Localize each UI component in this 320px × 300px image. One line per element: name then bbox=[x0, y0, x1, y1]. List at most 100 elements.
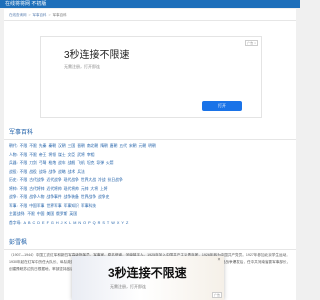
person-title[interactable]: 彭雪枫 bbox=[9, 239, 27, 247]
category-link[interactable]: 不限 bbox=[20, 161, 28, 165]
breadcrumb-category[interactable]: 军事百科 bbox=[33, 13, 47, 17]
category-link[interactable]: Y bbox=[121, 221, 124, 225]
category-link[interactable]: 元帅 bbox=[81, 187, 89, 191]
category-link[interactable]: 战争事件 bbox=[46, 195, 61, 199]
category-link[interactable]: J bbox=[61, 221, 63, 225]
category-link[interactable]: 元朝 bbox=[139, 144, 147, 148]
category-link[interactable]: 刀剑 bbox=[29, 161, 37, 165]
category-link[interactable]: 隋朝 bbox=[100, 144, 108, 148]
category-link[interactable]: 世界战争 bbox=[81, 195, 96, 199]
ad-banner[interactable]: 广告× 3秒连接不限速 无需注册，打开即连 打开 bbox=[40, 36, 262, 118]
ad-flag[interactable]: 广告× bbox=[245, 40, 258, 46]
category-link[interactable]: 兵法 bbox=[77, 170, 85, 174]
category-link[interactable]: 美国 bbox=[46, 212, 54, 216]
category-link[interactable]: X bbox=[117, 221, 120, 225]
category-link[interactable]: 武将 bbox=[77, 153, 85, 157]
category-link[interactable]: 战术 bbox=[68, 170, 76, 174]
category-link[interactable]: B bbox=[28, 221, 31, 225]
category-link[interactable]: 中国 bbox=[37, 212, 45, 216]
category-link[interactable]: 现代将帅 bbox=[64, 187, 79, 191]
category-link[interactable]: 战役 bbox=[29, 170, 37, 174]
category-link[interactable]: T bbox=[107, 221, 109, 225]
category-link[interactable]: 导弹 bbox=[96, 161, 104, 165]
ad-title[interactable]: 3秒连接不限速 bbox=[64, 50, 130, 62]
category-link[interactable]: 战车 bbox=[58, 161, 66, 165]
category-link[interactable]: 唐朝 bbox=[110, 144, 118, 148]
close-icon[interactable]: × bbox=[254, 41, 256, 45]
category-link[interactable]: 大将 bbox=[90, 187, 98, 191]
category-link[interactable]: 不限 bbox=[29, 144, 37, 148]
category-link[interactable]: 不限 bbox=[20, 187, 28, 191]
category-link[interactable]: 谋士 bbox=[58, 153, 66, 157]
category-link[interactable]: 世界大战 bbox=[81, 178, 96, 182]
category-link[interactable]: 文臣 bbox=[68, 153, 76, 157]
category-link[interactable]: 晋朝 bbox=[77, 144, 85, 148]
category-link[interactable]: 世界军事 bbox=[46, 204, 61, 208]
category-link[interactable]: Z bbox=[126, 221, 128, 225]
category-link[interactable]: 近代战争 bbox=[46, 178, 61, 182]
category-link[interactable]: 弓弩 bbox=[39, 161, 47, 165]
popup-ad-title[interactable]: 3秒连接不限速 bbox=[108, 266, 187, 280]
category-link[interactable]: 军事科技 bbox=[81, 204, 96, 208]
category-link[interactable]: S bbox=[102, 221, 105, 225]
category-link[interactable]: 不限 bbox=[20, 178, 28, 182]
category-link[interactable]: 枪炮 bbox=[48, 161, 56, 165]
category-link[interactable]: 帝王 bbox=[39, 153, 47, 157]
category-link[interactable]: 不限 bbox=[20, 204, 28, 208]
category-link[interactable]: 秦朝 bbox=[48, 144, 56, 148]
category-link[interactable]: 抗日战争 bbox=[108, 178, 123, 182]
category-link[interactable]: 不限 bbox=[20, 153, 28, 157]
category-link[interactable]: Q bbox=[93, 221, 96, 225]
category-link[interactable]: 战争人物 bbox=[29, 195, 44, 199]
category-link[interactable]: 战争 bbox=[48, 170, 56, 174]
breadcrumb-home[interactable]: 在线查询网 bbox=[9, 13, 27, 17]
category-link[interactable]: C bbox=[33, 221, 36, 225]
category-link[interactable]: H bbox=[56, 221, 59, 225]
category-link[interactable]: A bbox=[23, 221, 26, 225]
category-link[interactable]: 战略 bbox=[58, 170, 66, 174]
category-link[interactable]: F bbox=[47, 221, 49, 225]
category-link[interactable]: 南北朝 bbox=[87, 144, 98, 148]
category-link[interactable]: 军事知识 bbox=[64, 204, 79, 208]
category-link[interactable]: 不限 bbox=[20, 170, 28, 174]
category-link[interactable]: 汉朝 bbox=[58, 144, 66, 148]
floating-ad-popup[interactable]: 3秒连接不限速 无需注册，打开即连 × 广告 bbox=[72, 256, 224, 300]
category-link[interactable]: 现代战争 bbox=[64, 178, 79, 182]
category-link[interactable]: 俄罗斯 bbox=[56, 212, 67, 216]
category-link[interactable]: 不限 bbox=[20, 144, 28, 148]
category-link[interactable]: 宰相 bbox=[87, 153, 95, 157]
category-link[interactable]: 先秦 bbox=[39, 144, 47, 148]
category-link[interactable]: 火箭 bbox=[106, 161, 114, 165]
site-title[interactable]: 在线将将网 不初版 bbox=[5, 1, 46, 7]
category-link[interactable]: 战舰 bbox=[68, 161, 76, 165]
category-link[interactable]: P bbox=[88, 221, 91, 225]
category-link[interactable]: 明朝 bbox=[148, 144, 156, 148]
category-link[interactable]: O bbox=[83, 221, 86, 225]
category-link[interactable]: K bbox=[65, 221, 68, 225]
category-link[interactable]: 坦克 bbox=[87, 161, 95, 165]
category-link[interactable]: 上将 bbox=[100, 187, 108, 191]
category-link[interactable]: E bbox=[42, 221, 45, 225]
category-link[interactable]: 近代将帅 bbox=[46, 187, 61, 191]
category-link[interactable]: 不限 bbox=[29, 153, 37, 157]
category-link[interactable]: 古代战争 bbox=[29, 178, 44, 182]
category-link[interactable]: G bbox=[51, 221, 54, 225]
category-link[interactable]: 五代 bbox=[119, 144, 127, 148]
category-link[interactable]: 战争装备 bbox=[64, 195, 79, 199]
category-link[interactable]: 宋朝 bbox=[129, 144, 137, 148]
category-link[interactable]: R bbox=[98, 221, 101, 225]
category-link[interactable]: L bbox=[69, 221, 71, 225]
category-link[interactable]: 英国 bbox=[69, 212, 77, 216]
category-link[interactable]: M bbox=[73, 221, 76, 225]
category-link[interactable]: 古代将帅 bbox=[29, 187, 44, 191]
category-link[interactable]: D bbox=[37, 221, 40, 225]
close-icon[interactable]: × bbox=[216, 257, 222, 263]
category-link[interactable]: 战场 bbox=[39, 170, 47, 174]
category-link[interactable]: 冷战 bbox=[98, 178, 106, 182]
category-link[interactable]: 战争史 bbox=[98, 195, 109, 199]
category-link[interactable]: 不限 bbox=[27, 212, 35, 216]
category-link[interactable]: 飞机 bbox=[77, 161, 85, 165]
category-link[interactable]: N bbox=[78, 221, 81, 225]
category-link[interactable]: 不限 bbox=[20, 195, 28, 199]
category-link[interactable]: 三国 bbox=[68, 144, 76, 148]
